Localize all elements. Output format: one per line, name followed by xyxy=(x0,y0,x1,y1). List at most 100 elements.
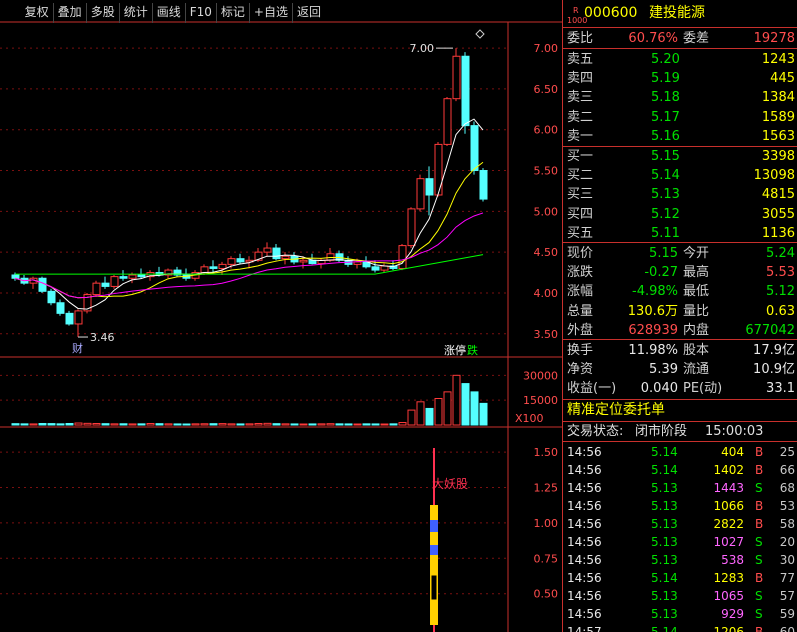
candle-body xyxy=(452,55,461,100)
candle-body xyxy=(65,312,74,325)
sell-level-label: 卖五 xyxy=(567,52,594,67)
buy-level-row[interactable]: 买三 5.13 4815 xyxy=(563,185,797,204)
trade-row[interactable]: 14:56 5.14 1283 B 77 xyxy=(563,569,797,588)
volume-bar xyxy=(380,423,389,426)
candle-body xyxy=(56,302,65,314)
candle-body xyxy=(209,266,218,269)
trade-row[interactable]: 14:56 5.13 2822 B 58 xyxy=(563,515,797,534)
trade-row[interactable]: 14:56 5.13 1443 S 68 xyxy=(563,479,797,498)
toolbar-button-8[interactable]: 返回 xyxy=(291,3,325,23)
sell-level-volume: 445 xyxy=(770,71,795,87)
stock-code[interactable]: 000600 xyxy=(584,4,637,23)
volume-bar xyxy=(227,423,236,426)
volume-bar xyxy=(344,423,353,426)
candle-body xyxy=(353,261,362,265)
toolbar-button-0[interactable]: 复权 xyxy=(21,3,53,23)
toolbar-button-7[interactable]: +自选 xyxy=(248,3,292,23)
trade-price: 5.13 xyxy=(651,499,678,513)
sell-level-row[interactable]: 卖一 5.16 1563 xyxy=(563,127,797,146)
kline-chart-area[interactable]: 7.00 6.50 6.00 5.50 5.00 4.50 4.00 3.50 7.00 3.46… xyxy=(0,0,562,632)
buy-level-price: 5.14 xyxy=(651,168,680,184)
quote-row: 外盘 628939 内盘 677042 xyxy=(563,321,797,340)
orders-title[interactable]: 精准定位委托单 xyxy=(567,401,665,420)
buy-level-volume: 3055 xyxy=(761,206,795,222)
trade-count: 66 xyxy=(779,463,795,477)
fund-row: 收益(一) 0.040 PE(动) 33.1 xyxy=(563,379,797,398)
quote-value: -0.27 xyxy=(644,265,678,281)
sell-level-row[interactable]: 卖三 5.18 1384 xyxy=(563,88,797,107)
trade-row[interactable]: 14:56 5.13 1065 S 57 xyxy=(563,587,797,606)
price-tick-label: 3.50 xyxy=(534,328,559,341)
trade-row[interactable]: 14:57 5.14 1206 B 60 xyxy=(563,623,797,632)
sell-level-label: 卖一 xyxy=(567,128,594,144)
quote-value: 5.12 xyxy=(766,284,795,300)
trade-count: 59 xyxy=(779,607,795,621)
buy-level-label: 买五 xyxy=(567,225,594,241)
toolbar-button-3[interactable]: 统计 xyxy=(118,3,152,23)
down-marker: 跌 xyxy=(467,343,478,357)
volume-bar xyxy=(155,423,164,426)
quote-row: 涨跌 -0.27 最高 5.53 xyxy=(563,263,797,282)
sell-level-row[interactable]: 卖二 5.17 1589 xyxy=(563,108,797,127)
stock-name[interactable]: 建投能源 xyxy=(649,4,705,23)
fund-value: 5.39 xyxy=(649,362,678,378)
candle-body xyxy=(299,259,308,263)
trade-status-value: 闭市阶段 xyxy=(635,424,688,439)
volume-bar xyxy=(137,423,146,426)
buy-level-label: 买二 xyxy=(567,168,594,184)
price-tick-label: 5.00 xyxy=(534,205,559,218)
kline-chart-svg[interactable]: 7.00 6.50 6.00 5.50 5.00 4.50 4.00 3.50 7.00 3.46… xyxy=(0,0,562,632)
toolbar-button-2[interactable]: 多股 xyxy=(85,3,119,23)
orders-title-row[interactable]: 精准定位委托单 xyxy=(563,401,797,420)
buy-level-volume: 13098 xyxy=(753,168,795,184)
candle-body xyxy=(47,290,56,304)
buy-level-row[interactable]: 买一 5.15 3398 xyxy=(563,147,797,166)
trade-time: 14:56 xyxy=(567,535,602,549)
volume-tick-label: 15000 xyxy=(523,394,558,407)
quote-label: 量比 xyxy=(683,303,710,319)
trade-time: 14:56 xyxy=(567,463,602,477)
trade-time: 14:56 xyxy=(567,571,602,585)
quote-value: 5.15 xyxy=(649,246,678,261)
buy-level-row[interactable]: 买五 5.11 1136 xyxy=(563,224,797,243)
fund-label: PE(动) xyxy=(683,381,723,397)
candle-body xyxy=(371,266,380,271)
sell-level-row[interactable]: 卖四 5.19 445 xyxy=(563,69,797,88)
chart-toolbar: 复权 叠加 多股 统计 画线 F10 标记 +自选 返回 xyxy=(21,3,325,23)
trade-row[interactable]: 14:56 5.13 1066 B 53 xyxy=(563,497,797,516)
trade-time: 14:56 xyxy=(567,607,602,621)
low-price-label: 3.46 xyxy=(90,331,115,344)
volume-bar xyxy=(200,423,209,426)
trade-price: 5.13 xyxy=(651,607,678,621)
volume-bar xyxy=(434,398,443,426)
candle-body xyxy=(38,277,47,292)
toolbar-button-5[interactable]: F10 xyxy=(184,3,216,23)
trade-volume: 1402 xyxy=(713,463,744,477)
volume-bar xyxy=(407,409,416,426)
volume-bar xyxy=(389,423,398,426)
trade-volume: 404 xyxy=(721,445,744,459)
volume-bar xyxy=(56,423,65,426)
toolbar-button-1[interactable]: 叠加 xyxy=(52,3,86,23)
sell-level-row[interactable]: 卖五 5.20 1243 xyxy=(563,50,797,69)
trade-row[interactable]: 14:56 5.13 929 S 59 xyxy=(563,605,797,624)
volume-bar xyxy=(209,423,218,426)
candle-body xyxy=(425,178,434,196)
quote-row: 现价 5.15 今开 5.24 xyxy=(563,244,797,263)
candle-body xyxy=(308,259,317,265)
toolbar-button-4[interactable]: 画线 xyxy=(151,3,185,23)
buy-level-row[interactable]: 买二 5.14 13098 xyxy=(563,166,797,185)
buy-level-row[interactable]: 买四 5.12 3055 xyxy=(563,205,797,224)
weibi-value: 60.76% xyxy=(628,31,678,46)
trade-row[interactable]: 14:56 5.14 404 B 25 xyxy=(563,443,797,462)
indicator-band xyxy=(430,545,438,555)
indicator-tick-label: 1.00 xyxy=(534,517,559,530)
toolbar-button-6[interactable]: 标记 xyxy=(215,3,249,23)
trade-row[interactable]: 14:56 5.14 1402 B 66 xyxy=(563,461,797,480)
trade-row[interactable]: 14:56 5.13 1027 S 20 xyxy=(563,533,797,552)
fund-label: 净资 xyxy=(567,362,594,378)
sell-level-price: 5.19 xyxy=(651,71,680,87)
volume-bar xyxy=(353,423,362,426)
trade-time: 14:56 xyxy=(567,553,602,567)
trade-row[interactable]: 14:56 5.13 538 S 30 xyxy=(563,551,797,570)
